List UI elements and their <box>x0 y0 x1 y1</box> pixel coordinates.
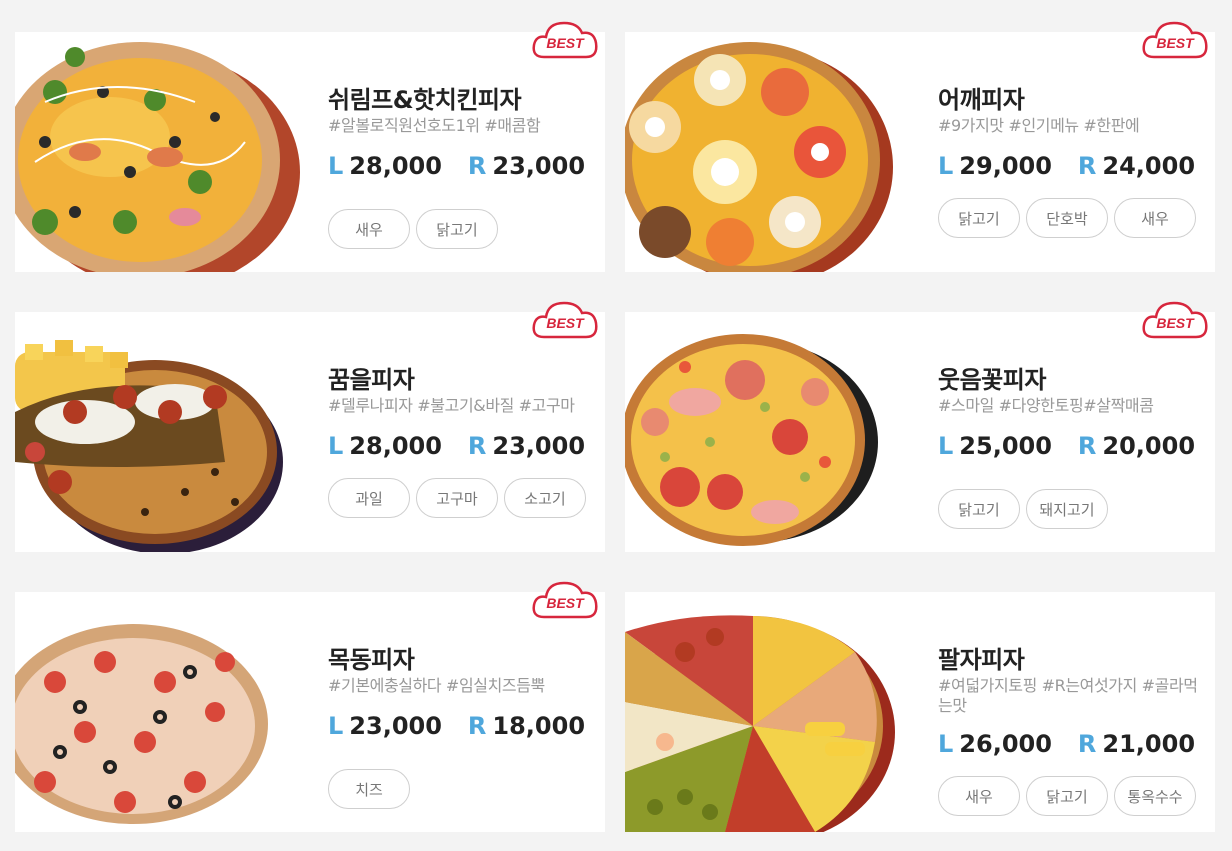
regular-size-label: R <box>1077 432 1097 460</box>
pizza-image[interactable] <box>15 32 315 272</box>
menu-card[interactable]: BEST 꿈을피자 #델루나피자 #불고기&바질 #고구마 L 28,000 R 23… <box>15 301 605 552</box>
large-size-label: L <box>328 712 344 740</box>
pizza-name[interactable]: 목동피자 <box>328 640 415 675</box>
regular-price: 18,000 <box>492 712 586 740</box>
topping-chip[interactable]: 닭고기 <box>1026 776 1108 816</box>
large-size-label: L <box>938 152 954 180</box>
regular-price: 20,000 <box>1102 432 1196 460</box>
pizza-name[interactable]: 어깨피자 <box>938 80 1025 115</box>
pizza-name[interactable]: 꿈을피자 <box>328 360 415 395</box>
pizza-tags: #9가지맛 #인기메뉴 #한판에 <box>938 116 1140 135</box>
topping-chip[interactable]: 새우 <box>328 209 410 249</box>
pizza-tags: #기본에충실하다 #임실치즈듬뿍 <box>328 676 545 695</box>
topping-chip[interactable]: 돼지고기 <box>1026 489 1108 529</box>
pizza-image[interactable] <box>625 32 925 272</box>
menu-card[interactable]: BEST 어깨피자 #9가지맛 #인기메뉴 #한판에 L 29,000 R 24,00… <box>625 21 1215 272</box>
pizza-tags: #여덟가지토핑 #R는여섯가지 #골라먹는맛 <box>938 676 1198 715</box>
pizza-name[interactable]: 웃음꽃피자 <box>938 360 1046 395</box>
menu-card[interactable]: BEST 웃음꽃피자 #스마일 #다양한토핑#살짝매콤 L 25,000 R 20,0… <box>625 301 1215 552</box>
pizza-name[interactable]: 팔자피자 <box>938 640 1025 675</box>
topping-chip[interactable]: 닭고기 <box>938 198 1020 238</box>
topping-chip[interactable]: 소고기 <box>504 478 586 518</box>
large-price: 28,000 <box>349 432 442 460</box>
large-price: 23,000 <box>349 712 442 740</box>
price-row: L 28,000 R 23,000 <box>328 432 585 460</box>
price-row: L 25,000 R 20,000 <box>938 432 1195 460</box>
large-size-label: L <box>328 432 344 460</box>
pizza-tags: #델루나피자 #불고기&바질 #고구마 <box>328 396 575 415</box>
topping-chip[interactable]: 과일 <box>328 478 410 518</box>
price-row: L 23,000 R 18,000 <box>328 712 585 740</box>
large-size-label: L <box>938 730 954 758</box>
price-row: L 29,000 R 24,000 <box>938 152 1195 180</box>
regular-size-label: R <box>467 152 487 180</box>
topping-chip[interactable]: 단호박 <box>1026 198 1108 238</box>
large-size-label: L <box>328 152 344 180</box>
topping-chip[interactable]: 치즈 <box>328 769 410 809</box>
regular-size-label: R <box>1077 152 1097 180</box>
large-price: 26,000 <box>959 730 1052 758</box>
topping-chip[interactable]: 새우 <box>1114 198 1196 238</box>
topping-chip[interactable]: 닭고기 <box>938 489 1020 529</box>
regular-price: 21,000 <box>1102 730 1196 758</box>
regular-price: 23,000 <box>492 152 586 180</box>
topping-chip[interactable]: 고구마 <box>416 478 498 518</box>
regular-price: 24,000 <box>1102 152 1196 180</box>
regular-size-label: R <box>1077 730 1097 758</box>
large-size-label: L <box>938 432 954 460</box>
regular-size-label: R <box>467 712 487 740</box>
regular-price: 23,000 <box>492 432 586 460</box>
price-row: L 26,000 R 21,000 <box>938 730 1195 758</box>
topping-chip[interactable]: 닭고기 <box>416 209 498 249</box>
topping-chip[interactable]: 통옥수수 <box>1114 776 1196 816</box>
pizza-tags: #스마일 #다양한토핑#살짝매콤 <box>938 396 1154 415</box>
large-price: 28,000 <box>349 152 442 180</box>
pizza-tags: #알볼로직원선호도1위 #매콤함 <box>328 116 541 135</box>
large-price: 25,000 <box>959 432 1052 460</box>
pizza-image[interactable] <box>15 592 315 832</box>
pizza-image[interactable] <box>15 312 315 552</box>
pizza-name[interactable]: 쉬림프&핫치킨피자 <box>328 80 522 115</box>
regular-size-label: R <box>467 432 487 460</box>
pizza-image[interactable] <box>625 312 925 552</box>
menu-card[interactable]: 팔자피자 #여덟가지토핑 #R는여섯가지 #골라먹는맛 L 26,000 R 21,0… <box>625 592 1215 832</box>
large-price: 29,000 <box>959 152 1052 180</box>
menu-card[interactable]: BEST 쉬림프&핫치킨피자 #알볼로직원선호도1위 #매콤함 L 28,000 R… <box>15 21 605 272</box>
pizza-image[interactable] <box>625 592 925 832</box>
price-row: L 28,000 R 23,000 <box>328 152 585 180</box>
topping-chip[interactable]: 새우 <box>938 776 1020 816</box>
menu-card[interactable]: BEST 목동피자 #기본에충실하다 #임실치즈듬뿍 L 23,000 R 18,00… <box>15 581 605 832</box>
